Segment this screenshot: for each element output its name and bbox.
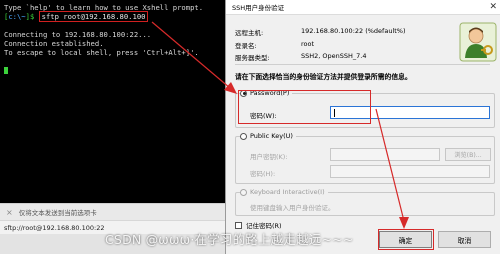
terminal-command: sftp root@192.168.80.100: [38, 11, 149, 22]
terminal-line: Connecting to 192.168.80.100:22...: [4, 30, 152, 39]
prompt-path: c:\~: [8, 12, 26, 21]
keyboard-interactive-label: Keyboard Interactive(I): [250, 188, 325, 196]
password-radio[interactable]: Password(P): [240, 89, 293, 97]
session-address: sftp://root@192.168.80.100:22: [4, 223, 105, 232]
server-type-value: SSH2, OpenSSH_7.4: [301, 52, 367, 60]
public-key-radio-label: Public Key(U): [250, 132, 293, 140]
passphrase-label: 密码(H):: [250, 170, 276, 178]
remote-host-value: 192.168.80.100:22 (%default%): [301, 27, 406, 35]
public-key-radio[interactable]: Public Key(U): [240, 132, 296, 140]
dialog-title: SSH用户身份验证: [232, 4, 285, 12]
server-type-label: 服务器类型:: [235, 54, 270, 62]
compose-bar: × 仅将文本发送到当前选项卡: [0, 203, 240, 220]
cancel-button-label: 取消: [457, 236, 472, 245]
ok-button[interactable]: 确定: [379, 231, 432, 248]
browse-button-label: 浏览(B)...: [454, 152, 482, 159]
radio-unselected-icon: [240, 132, 247, 140]
user-key-select[interactable]: [330, 148, 440, 161]
password-group: Password(P) 密码(W):: [235, 89, 495, 128]
passphrase-input[interactable]: [330, 165, 490, 178]
prompt-bracket-close: ]$: [25, 12, 39, 21]
user-key-label: 用户密钥(K):: [250, 153, 288, 161]
radio-selected-icon: [240, 89, 247, 97]
dialog-titlebar: SSH用户身份验证 ✕: [226, 0, 500, 15]
ok-button-label: 确定: [398, 236, 413, 245]
terminal-cursor-line: [4, 66, 234, 75]
watermark-text: CSDN @ωωω·在学习的路上越走越远~~~: [105, 232, 354, 247]
browse-button[interactable]: 浏览(B)...: [445, 148, 491, 161]
terminal-line: Connection established.: [4, 39, 104, 48]
compose-bar-text: 仅将文本发送到当前选项卡: [18, 209, 97, 217]
terminal-line: To escape to local shell, press 'Ctrl+Al…: [4, 48, 199, 57]
instruction-text: 请在下面选择恰当的身份验证方法并提供登录所需的信息。: [235, 73, 412, 81]
keyboard-interactive-desc: 使用键盘输入用户身份验证。: [250, 204, 335, 212]
close-icon[interactable]: ×: [6, 208, 13, 217]
password-radio-label: Password(P): [250, 89, 290, 97]
user-key-icon: [459, 22, 497, 62]
password-field-label: 密码(W):: [250, 112, 277, 120]
divider: [235, 64, 490, 65]
terminal-prompt-line: [c:\~]$ sftp root@192.168.80.100: [4, 11, 234, 22]
cancel-button[interactable]: 取消: [438, 231, 491, 248]
login-name-label: 登录名:: [235, 42, 257, 50]
checkbox-icon: [235, 221, 242, 229]
keyboard-interactive-radio[interactable]: Keyboard Interactive(I): [240, 188, 328, 196]
ssh-auth-dialog: SSH用户身份验证 ✕ 远程主机: 192.168.80.100:22 (%de…: [225, 0, 500, 254]
password-input[interactable]: [330, 106, 490, 119]
login-name-value: root: [301, 40, 315, 48]
terminal-pane[interactable]: Type `help' to learn how to use Xshell p…: [0, 0, 238, 203]
close-icon[interactable]: ✕: [489, 1, 497, 13]
terminal-cursor: [4, 67, 8, 74]
keyboard-interactive-group: Keyboard Interactive(I) 使用键盘输入用户身份验证。: [235, 188, 495, 216]
public-key-group: Public Key(U) 用户密钥(K): 浏览(B)... 密码(H):: [235, 132, 495, 184]
text-caret: [334, 109, 335, 117]
radio-disabled-icon: [240, 188, 247, 196]
remote-host-label: 远程主机:: [235, 29, 264, 37]
